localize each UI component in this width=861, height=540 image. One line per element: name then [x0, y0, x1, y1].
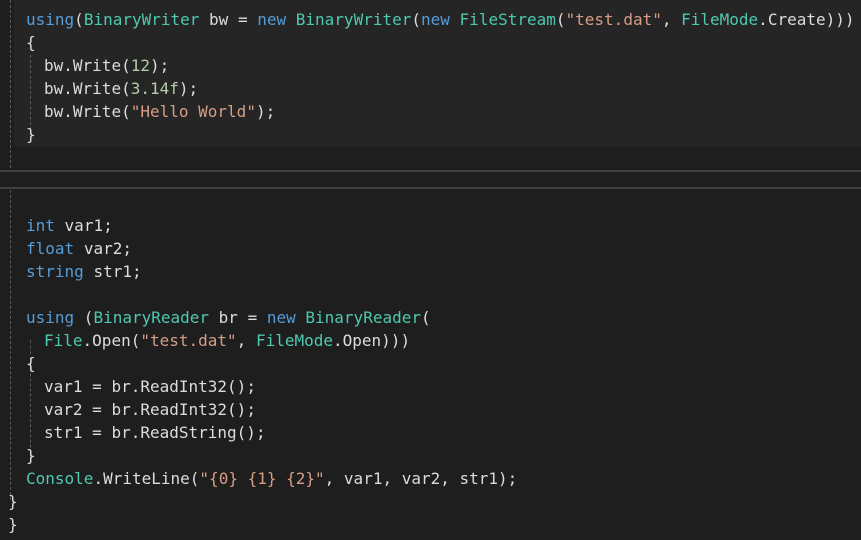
- code-line-5[interactable]: using (BinaryReader br = new BinaryReade…: [26, 306, 431, 329]
- splitter-line: [0, 187, 861, 189]
- code-line-8[interactable]: var1 = br.ReadInt32();: [44, 375, 256, 398]
- code-line-13[interactable]: }: [8, 490, 18, 513]
- code-editor-bottom-pane[interactable]: int var1; float var2; string str1; using…: [0, 190, 861, 540]
- code-line-7[interactable]: {: [26, 352, 36, 375]
- indent-guide: [10, 0, 11, 168]
- code-line-2[interactable]: {: [26, 31, 36, 54]
- code-line-5[interactable]: bw.Write("Hello World");: [44, 100, 275, 123]
- code-line-9[interactable]: var2 = br.ReadInt32();: [44, 398, 256, 421]
- indent-guide: [30, 55, 31, 130]
- code-line-2[interactable]: float var2;: [26, 237, 132, 260]
- code-line-1[interactable]: int var1;: [26, 214, 113, 237]
- code-line-6[interactable]: }: [26, 123, 36, 146]
- code-line-3[interactable]: bw.Write(12);: [44, 54, 169, 77]
- code-line-4[interactable]: bw.Write(3.14f);: [44, 77, 198, 100]
- indent-guide: [10, 190, 11, 500]
- code-editor-top-pane[interactable]: using(BinaryWriter bw = new BinaryWriter…: [0, 0, 861, 168]
- code-line-14[interactable]: }: [8, 513, 18, 536]
- code-line-3[interactable]: string str1;: [26, 260, 142, 283]
- code-line-12[interactable]: Console.WriteLine("{0} {1} {2}", var1, v…: [26, 467, 517, 490]
- code-line-6[interactable]: File.Open("test.dat", FileMode.Open))): [44, 329, 410, 352]
- editor-splitter[interactable]: [0, 168, 861, 190]
- code-line-10[interactable]: str1 = br.ReadString();: [44, 421, 266, 444]
- code-line-11[interactable]: }: [26, 444, 36, 467]
- code-line-1[interactable]: using(BinaryWriter bw = new BinaryWriter…: [26, 8, 855, 31]
- splitter-line: [0, 170, 861, 172]
